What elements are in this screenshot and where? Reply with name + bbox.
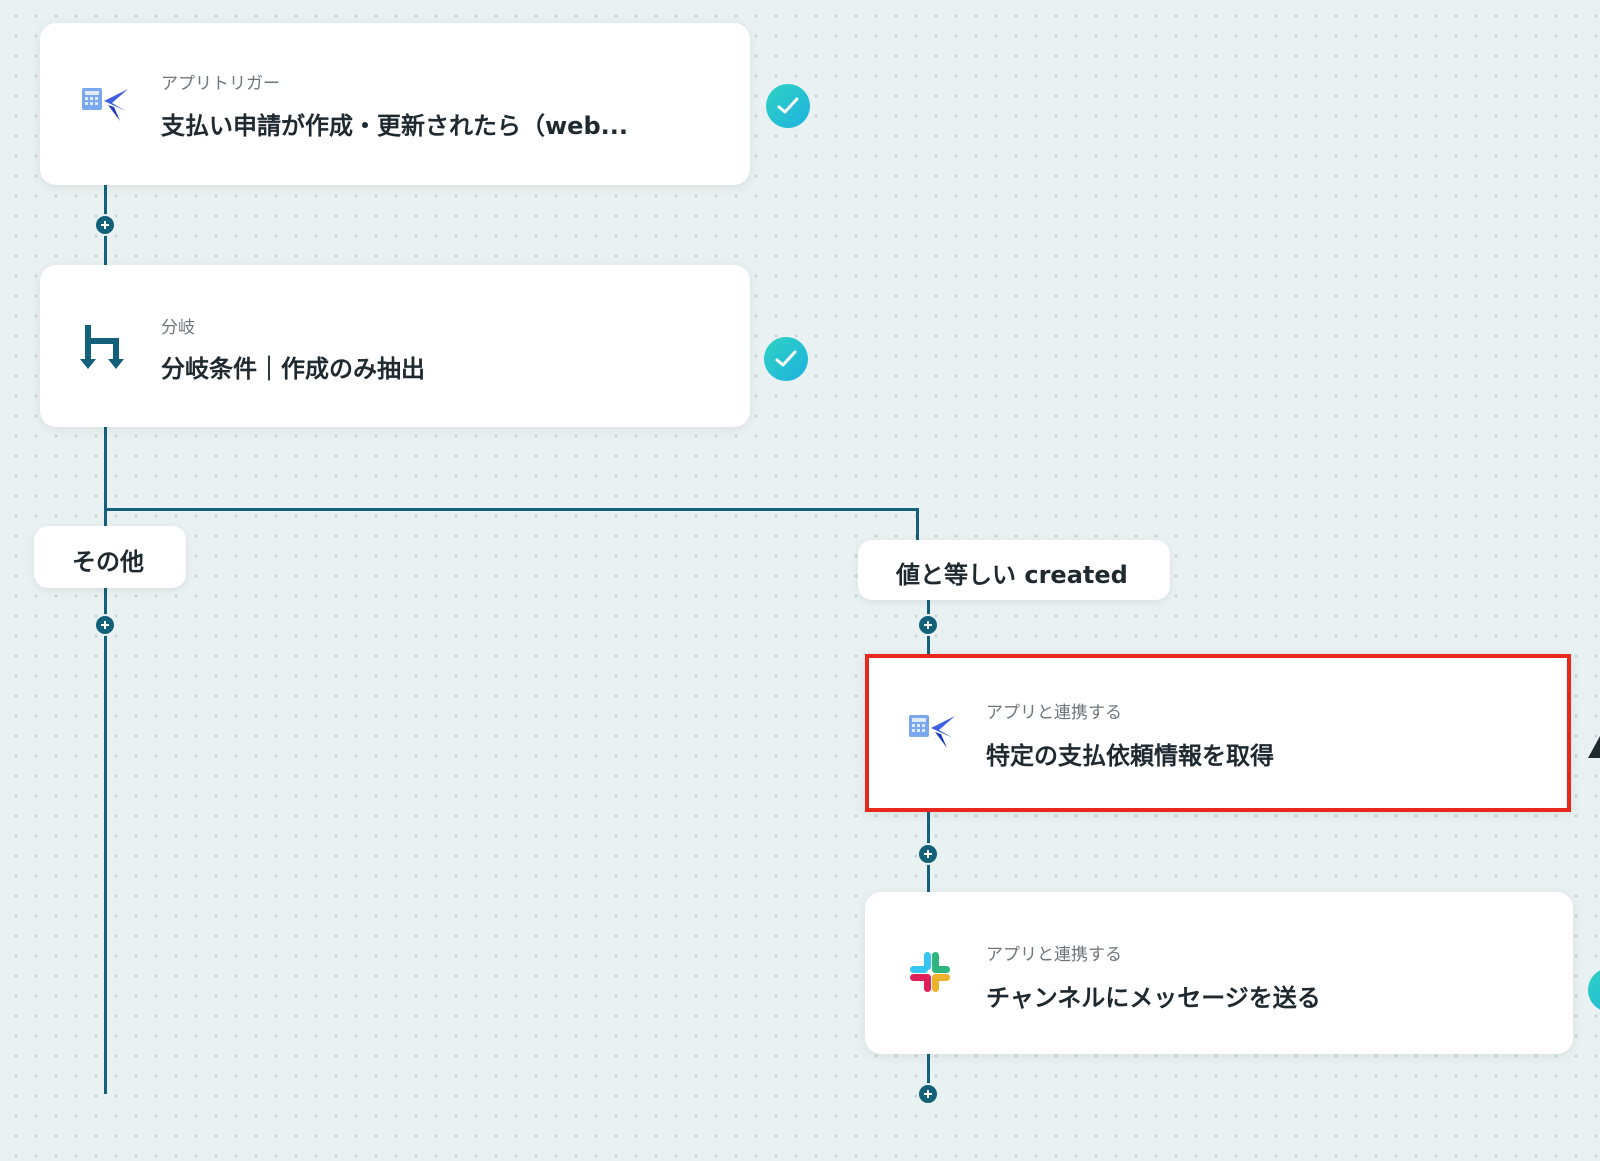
connector-branch-split: [104, 420, 107, 508]
payment-app-icon: [907, 712, 959, 756]
add-step-after-slack-button[interactable]: [917, 1083, 939, 1105]
slack-send-message-title: チャンネルにメッセージを送る: [986, 984, 1321, 1012]
slack-status-check-icon: [1588, 968, 1600, 1012]
branch-label-equals-text: 値と等しい created: [896, 561, 1128, 589]
get-payment-request-title: 特定の支払依頼情報を取得: [986, 742, 1274, 770]
get-payment-request-subtitle: アプリと連携する: [986, 703, 1122, 723]
branch-card[interactable]: 分岐 分岐条件｜作成のみ抽出: [40, 265, 750, 427]
slack-send-message-card[interactable]: アプリと連携する チャンネルにメッセージを送る: [865, 892, 1573, 1054]
trigger-subtitle: アプリトリガー: [161, 74, 280, 94]
get-payment-request-card[interactable]: アプリと連携する 特定の支払依頼情報を取得: [865, 654, 1571, 812]
connector-split-horizontal: [104, 508, 919, 511]
branch-title: 分岐条件｜作成のみ抽出: [161, 355, 425, 383]
cursor-pointer-icon: [1588, 736, 1600, 758]
add-step-equals-branch-button[interactable]: [917, 614, 939, 636]
add-step-after-get-button[interactable]: [917, 843, 939, 865]
branch-label-other[interactable]: その他: [34, 526, 186, 588]
slack-icon: [908, 950, 960, 994]
branch-status-check-icon: [764, 337, 808, 381]
connector-left-branch: [104, 508, 107, 1094]
add-step-other-branch-button[interactable]: [94, 614, 116, 636]
branch-label-other-text: その他: [72, 548, 144, 576]
trigger-title: 支払い申請が作成・更新されたら（web...: [161, 112, 628, 140]
add-step-after-trigger-button[interactable]: [94, 214, 116, 236]
slack-send-message-subtitle: アプリと連携する: [986, 945, 1122, 965]
trigger-card[interactable]: アプリトリガー 支払い申請が作成・更新されたら（web...: [40, 23, 750, 185]
trigger-status-check-icon: [766, 84, 810, 128]
branch-icon: [80, 323, 132, 369]
payment-app-icon: [80, 85, 132, 129]
branch-label-equals[interactable]: 値と等しい created: [858, 540, 1170, 600]
branch-subtitle: 分岐: [161, 318, 195, 338]
